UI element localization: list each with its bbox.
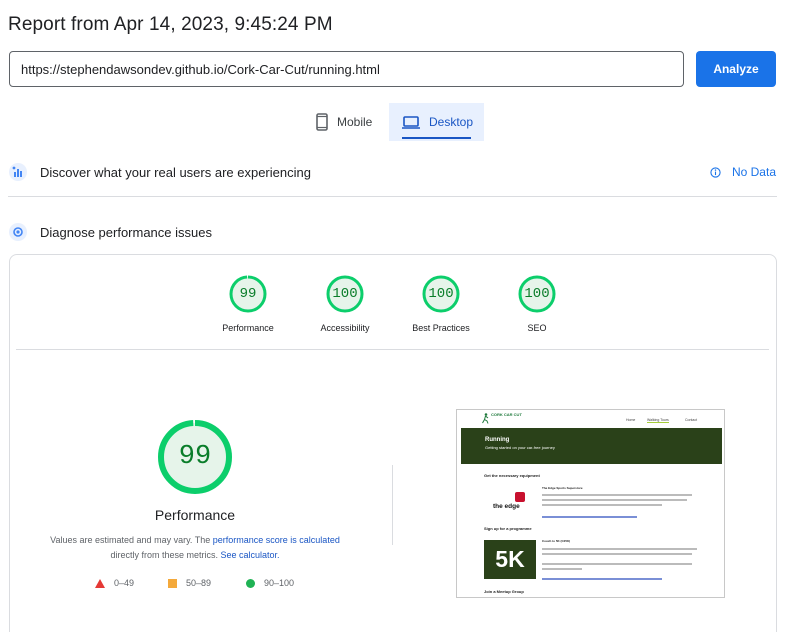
performance-description: Values are estimated and may vary. The p… [30, 533, 360, 563]
discover-section-header: Discover what your real users are experi… [8, 160, 776, 184]
thumb-text-line [542, 553, 692, 555]
analyze-button[interactable]: Analyze [696, 51, 776, 87]
legend-fail-range: 0–49 [114, 578, 135, 588]
performance-title: Performance [154, 507, 236, 523]
tab-mobile-label: Mobile [337, 115, 373, 129]
tab-selected-indicator [402, 137, 471, 139]
thumb-hero-subtitle: Getting started on your car-free journey [485, 445, 555, 450]
see-calculator-link[interactable]: See calculator. [220, 550, 279, 560]
legend-fail: 0–49 [95, 578, 134, 588]
thumb-text-line [542, 504, 662, 506]
gauge-label: SEO [527, 323, 547, 333]
diagnose-section-header: Diagnose performance issues [8, 220, 776, 244]
gauge-seo[interactable]: 100 SEO [491, 274, 583, 333]
legend-pass-range: 90–100 [264, 578, 295, 588]
card-divider [16, 349, 769, 350]
smartphone-icon [316, 113, 328, 131]
thumb-5k-badge: 5K [484, 540, 536, 579]
circle-icon [246, 578, 255, 588]
tab-desktop-label: Desktop [429, 115, 474, 129]
legend-pass: 90–100 [246, 578, 294, 588]
desc-prefix: Values are estimated and may vary. The [50, 535, 213, 545]
tab-desktop[interactable]: Desktop [389, 103, 484, 141]
thumb-text-line [542, 494, 692, 496]
thumb-section-programme: Sign up for a programme [484, 526, 532, 531]
report-title: Report from Apr 14, 2023, 9:45:24 PM [8, 14, 333, 35]
gauge-performance[interactable]: 99 Performance [202, 274, 294, 333]
thumb-edge-logo: the edge [493, 492, 527, 512]
gauge-score: 100 [524, 286, 550, 302]
performance-big-gauge: 99 [155, 417, 235, 497]
thumb-text-line [542, 548, 697, 550]
tab-mobile[interactable]: Mobile [308, 103, 388, 141]
square-icon [168, 578, 177, 588]
legend-average-range: 50–89 [186, 578, 212, 588]
legend-average: 50–89 [168, 578, 211, 588]
thumb-section-meetup: Join a Meetup Group [484, 589, 524, 594]
url-input[interactable] [9, 51, 684, 87]
gauge-accessibility[interactable]: 100 Accessibility [299, 274, 391, 333]
gauge-score: 100 [332, 286, 358, 302]
gauge-best-practices[interactable]: 100 Best Practices [395, 274, 487, 333]
vertical-separator [392, 465, 393, 545]
discover-title: Discover what your real users are experi… [40, 164, 311, 180]
thumb-hero-title: Running [485, 437, 510, 443]
gauge-label: Best Practices [412, 323, 470, 333]
gauge-score: 100 [428, 286, 454, 302]
info-icon [710, 166, 721, 178]
triangle-icon [95, 578, 105, 588]
edge-logo-text: the edge [493, 503, 520, 510]
thumb-text-line [542, 563, 692, 565]
desc-middle: directly from these metrics. [110, 550, 221, 560]
section-divider [8, 196, 777, 197]
thumb-section-equipment: Get the necessary equipment [484, 473, 540, 478]
thumb-text-line [542, 568, 582, 570]
thumb-nav-contact: Contact [685, 418, 698, 422]
thumb-link-line [542, 516, 637, 518]
thumb-logo-text: CORK CAR CUT [491, 412, 522, 417]
final-screenshot-thumbnail[interactable]: CORK CAR CUT Home Walking Tours Contact … [456, 409, 725, 598]
laptop-icon [402, 115, 420, 129]
thumb-nav-walking-tours: Walking Tours [647, 418, 669, 423]
thumb-nav-home: Home [626, 418, 636, 422]
thumb-navbar: CORK CAR CUT Home Walking Tours Contact [457, 410, 724, 428]
diagnose-title: Diagnose performance issues [40, 224, 212, 240]
thumb-card1-title: The Edge Sports Superstore [542, 486, 583, 490]
thumb-link-line [542, 578, 662, 580]
gauge-label: Performance [222, 323, 274, 333]
lab-data-icon [8, 222, 28, 242]
big-gauge-score: 99 [178, 442, 212, 472]
runner-icon [482, 413, 489, 424]
gauge-label: Accessibility [320, 323, 370, 333]
thumb-hero-banner: Running Getting started on your car-free… [461, 428, 722, 464]
no-data-label: No Data [731, 165, 776, 179]
thumb-card2-title: Couch to 5K (C25K) [542, 539, 571, 543]
edge-logo-mark [515, 492, 525, 502]
thumb-text-line [542, 499, 687, 501]
gauge-score: 99 [239, 286, 257, 302]
no-data-link[interactable]: No Data [710, 165, 776, 179]
performance-score-link[interactable]: performance score is calculated [213, 535, 340, 545]
field-data-icon [8, 162, 28, 182]
